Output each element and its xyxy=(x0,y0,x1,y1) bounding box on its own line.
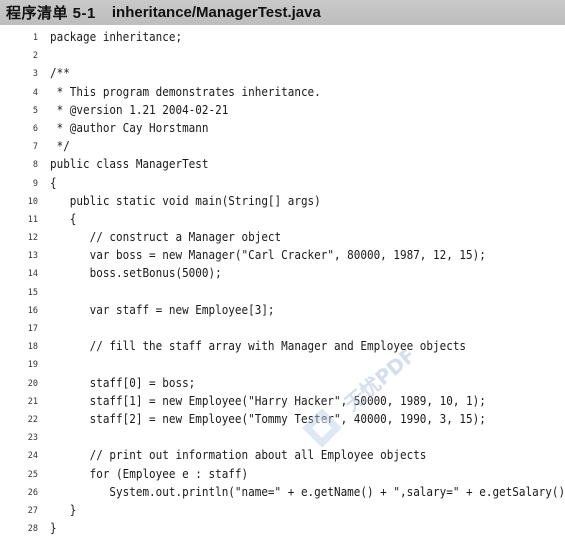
listing-filename: inheritance/ManagerTest.java xyxy=(111,4,321,21)
line-number: 19 xyxy=(27,360,38,371)
line-number: 12 xyxy=(27,233,38,244)
code-text: { xyxy=(50,175,57,190)
code-text: System.out.println("name=" + e.getName()… xyxy=(50,484,565,499)
code-text: /** xyxy=(50,66,70,81)
code-text: staff[1] = new Employee("Harry Hacker", … xyxy=(50,393,486,408)
line-number: 8 xyxy=(32,160,38,171)
line-number: 11 xyxy=(27,214,38,225)
line-number: 2 xyxy=(32,51,38,62)
line-number: 27 xyxy=(27,505,38,516)
line-number: 24 xyxy=(27,451,38,462)
code-text: staff[0] = boss; xyxy=(50,375,196,390)
code-line: 9{ xyxy=(0,174,565,192)
code-line: 17 xyxy=(0,319,565,337)
code-line: 6 * @author Cay Horstmann xyxy=(0,119,565,137)
code-line: 10 public static void main(String[] args… xyxy=(0,192,565,210)
code-line: 1 package inheritance; xyxy=(0,28,565,46)
code-listing: 1 package inheritance; 2 3/** 4 * This progr… xyxy=(0,28,565,537)
line-number: 23 xyxy=(27,433,38,444)
code-line: 21 staff[1] = new Employee("Harry Hacker… xyxy=(0,392,565,410)
line-number: 28 xyxy=(27,524,38,535)
code-text: var boss = new Manager("Carl Cracker", 8… xyxy=(50,248,486,263)
code-line: 5 * @version 1.21 2004-02-21 xyxy=(0,101,565,119)
code-text: public class ManagerTest xyxy=(50,157,209,172)
line-number: 22 xyxy=(27,414,38,425)
code-line: 26 System.out.println("name=" + e.getNam… xyxy=(0,483,565,501)
line-number: 25 xyxy=(27,469,38,480)
code-text: boss.setBonus(5000); xyxy=(50,266,222,281)
line-number: 1 xyxy=(32,33,38,43)
code-text: * This program demonstrates inheritance. xyxy=(50,84,321,99)
code-line: 3 /** xyxy=(0,64,565,82)
code-line: 13 var boss = new Manager("Carl Cracker"… xyxy=(0,246,565,264)
line-number: 16 xyxy=(27,305,38,316)
code-text: } xyxy=(50,502,77,517)
code-text: staff[2] = new Employee("Tommy Tester", … xyxy=(50,411,486,426)
code-line: 19 xyxy=(0,355,565,373)
listing-label: 程序清单 5-1 xyxy=(6,5,96,22)
code-line: 22 staff[2] = new Employee("Tommy Tester… xyxy=(0,410,565,428)
line-number: 21 xyxy=(27,396,38,407)
code-line: 16 var staff = new Employee[3]; xyxy=(0,301,565,319)
code-line: 2 xyxy=(0,46,565,64)
code-line: 7 */ xyxy=(0,137,565,155)
line-number: 15 xyxy=(27,287,38,298)
line-number: 14 xyxy=(27,269,38,280)
line-number: 3 xyxy=(32,69,38,80)
code-text: // construct a Manager object xyxy=(50,230,282,245)
code-line: 24 // print out information about all Em… xyxy=(0,446,565,464)
line-number: 5 xyxy=(32,105,38,116)
code-text: package inheritance; xyxy=(50,30,183,44)
code-text: for (Employee e : staff) xyxy=(50,466,249,481)
code-text: * @author Cay Horstmann xyxy=(50,120,209,135)
code-line: 27 } xyxy=(0,501,565,519)
listing-caption: 程序清单 5-1 inheritance/ManagerTest.java xyxy=(0,0,565,25)
code-text: // print out information about all Emplo… xyxy=(50,448,427,463)
code-line: 14 boss.setBonus(5000); xyxy=(0,264,565,282)
line-number: 18 xyxy=(27,342,38,353)
code-line: 20 staff[0] = boss; xyxy=(0,374,565,392)
code-text: } xyxy=(50,521,57,536)
code-text: public static void main(String[] args) xyxy=(50,193,321,208)
code-text: // fill the staff array with Manager and… xyxy=(50,339,467,354)
code-text: var staff = new Employee[3]; xyxy=(50,302,275,317)
code-line: 28} xyxy=(0,519,565,537)
code-line: 4 * This program demonstrates inheritanc… xyxy=(0,83,565,101)
line-number: 4 xyxy=(32,87,38,98)
line-number: 13 xyxy=(27,251,38,262)
line-number: 6 xyxy=(32,123,38,134)
code-line: 8 public class ManagerTest xyxy=(0,155,565,173)
code-line: 18 // fill the staff array with Manager … xyxy=(0,337,565,355)
code-text: { xyxy=(50,211,77,226)
line-number: 9 xyxy=(32,178,38,189)
code-line: 15 xyxy=(0,283,565,301)
line-number: 17 xyxy=(27,324,38,334)
code-line: 12 // construct a Manager object xyxy=(0,228,565,246)
code-line: 25 for (Employee e : staff) xyxy=(0,465,565,483)
code-text: */ xyxy=(50,139,70,154)
line-number: 26 xyxy=(27,487,38,498)
code-line: 11 { xyxy=(0,210,565,228)
code-text: * @version 1.21 2004-02-21 xyxy=(50,102,229,117)
line-number: 10 xyxy=(27,196,38,207)
line-number: 20 xyxy=(27,378,38,389)
line-number: 7 xyxy=(32,142,38,153)
code-line: 23 xyxy=(0,428,565,446)
